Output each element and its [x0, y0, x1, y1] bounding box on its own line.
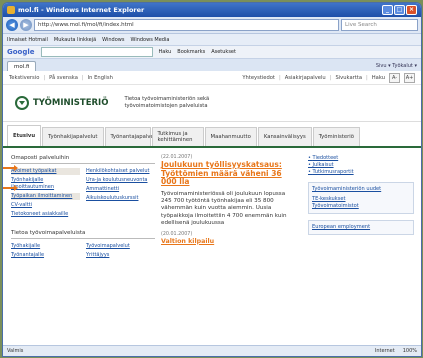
maximize-button[interactable]: □: [394, 5, 405, 15]
highlight-arrow-icon: [3, 165, 18, 171]
font-decrease-button[interactable]: A-: [389, 72, 400, 83]
link-te-centres[interactable]: TE-keskukset: [312, 196, 410, 203]
link-info-services[interactable]: Työvoimapalvelut: [86, 243, 155, 250]
info-box-title[interactable]: European employment: [312, 224, 410, 231]
link-publications[interactable]: Julkaisut: [308, 162, 414, 169]
back-icon[interactable]: ◀: [6, 19, 18, 31]
link-employment-offices[interactable]: Työvoimatoimistot: [312, 203, 410, 210]
top-nav-documents[interactable]: Asiakirjapalvelu: [285, 75, 326, 81]
bookmarks-button[interactable]: Bookmarks: [177, 49, 205, 55]
font-increase-button[interactable]: A+: [404, 72, 415, 83]
site-tagline: Tietoa työvoimaministeriön sekä työvoima…: [124, 96, 210, 109]
site-header: TYÖMINISTERIÖ Tietoa työvoimaministeriön…: [3, 85, 421, 122]
tab-tyoministerio[interactable]: Työministeriö: [312, 127, 360, 146]
google-search-input[interactable]: [40, 47, 153, 57]
site-logo-text[interactable]: TYÖMINISTERIÖ: [33, 98, 108, 108]
tab-mol[interactable]: mol.fi: [7, 60, 37, 72]
links-item[interactable]: Windows: [102, 37, 124, 43]
info-box: Työvoimaministeriön uudet TE-keskukset T…: [308, 182, 414, 214]
zoom-level[interactable]: 100%: [403, 348, 417, 354]
services-col-2: Henkilökohtaiset palvelut Ura-ja koulutu…: [86, 168, 155, 220]
window-title: mol.fi - Windows Internet Explorer: [18, 6, 145, 14]
services-col-1: Avoimet työpaikat Työnhakijalle ilmoitta…: [11, 168, 80, 220]
search-input[interactable]: Live Search: [341, 19, 418, 31]
address-input[interactable]: http://www.mol.fi/mol/fi/index.html: [34, 19, 339, 31]
section-title-services: Omaposti palveluihin: [11, 155, 155, 164]
info-box-title[interactable]: Työvoimaministeriön uudet: [312, 186, 410, 193]
info-box: European employment: [308, 220, 414, 235]
tab-tools[interactable]: Sivu ▾ Työkalut ▾: [376, 63, 417, 69]
address-toolbar: ◀ ▶ http://www.mol.fi/mol/fi/index.html …: [3, 17, 421, 34]
settings-button[interactable]: Asetukset: [211, 49, 236, 55]
link-jobseeker-registration[interactable]: Työnhakijalle ilmoittautuminen: [11, 177, 80, 191]
link-research-reports[interactable]: Tutkimusraportit: [308, 169, 414, 176]
tab-kansainvalisyys[interactable]: Kansainvälisyys: [257, 127, 312, 146]
tab-maahanmuutto[interactable]: Maahanmuutto: [204, 127, 257, 146]
link-career-counseling[interactable]: Ura-ja koulutusneuvonta: [86, 177, 155, 184]
news-headline[interactable]: Joulukuun työllisyyskatsaus: Työttömien …: [161, 160, 297, 187]
top-nav-text-version[interactable]: Tekstiversio: [9, 75, 39, 81]
top-nav-sitemap[interactable]: Sivukartta: [335, 75, 362, 81]
status-bar: Valmis Internet 100%: [3, 345, 421, 356]
top-nav-swedish[interactable]: På svenska: [49, 75, 78, 81]
minimize-button[interactable]: _: [382, 5, 393, 15]
google-logo: Google: [7, 48, 35, 56]
links-item[interactable]: Windows Media: [130, 37, 169, 43]
ie-icon: [7, 6, 15, 14]
zone-indicator: Internet: [374, 348, 395, 354]
page-content: Tekstiversio | På svenska | In English Yht…: [3, 71, 421, 345]
links-item[interactable]: Ilmaiset Hotmail: [7, 37, 48, 43]
links-item[interactable]: Mukauta linkkejä: [54, 37, 96, 43]
right-column: Tiedotteet Julkaisut Tutkimusraportit Ty…: [308, 155, 414, 241]
top-nav-contact[interactable]: Yhteystiedot: [242, 75, 275, 81]
news-date: (20.01.2007): [161, 231, 193, 237]
links-bar: Ilmaiset Hotmail Mukauta linkkejä Window…: [3, 34, 421, 46]
link-open-jobs[interactable]: Avoimet työpaikat: [11, 168, 80, 175]
left-column: Omaposti palveluihin Avoimet työpaikat T…: [11, 155, 155, 261]
link-personal-services[interactable]: Henkilökohtaiset palvelut: [86, 168, 155, 175]
tab-tyonantajapalvelut[interactable]: Työnantajapalvelut: [104, 127, 161, 146]
link-press-releases[interactable]: Tiedotteet: [308, 155, 414, 162]
close-button[interactable]: ×: [406, 5, 417, 15]
news-headline[interactable]: Valtion kilpailu: [161, 238, 297, 246]
link-ammattinetti[interactable]: Ammattinetti: [86, 186, 155, 193]
top-nav-search[interactable]: Haku: [372, 75, 385, 81]
tab-tutkimus[interactable]: Tutkimus ja kehittäminen: [151, 127, 204, 146]
link-adult-education[interactable]: Aikuiskoulutuskurssit: [86, 195, 155, 202]
top-nav-english[interactable]: In English: [88, 75, 113, 81]
main-nav: Etusivu Työnhakijapalvelut Työnantajapal…: [3, 122, 421, 148]
top-nav: Tekstiversio | På svenska | In English Yht…: [3, 71, 421, 85]
google-toolbar: Google Haku Bookmarks Asetukset: [3, 46, 421, 59]
tab-etusivu[interactable]: Etusivu: [7, 125, 42, 146]
section-title-info: Tietoa työvoimapalveluista: [11, 230, 155, 239]
link-info-employer[interactable]: Työnantajalle: [11, 252, 80, 259]
highlight-arrow-icon: [3, 185, 18, 191]
news-column: (22.01.2007) Joulukuun työllisyyskatsaus…: [161, 155, 297, 249]
link-info-entrepreneurship[interactable]: Yrittäjyys: [86, 252, 155, 259]
ministry-logo-icon: [15, 96, 29, 110]
link-computers[interactable]: Tietokoneet asiakkaille: [11, 211, 80, 218]
forward-icon[interactable]: ▶: [20, 19, 32, 31]
link-info-jobseeker[interactable]: Työhakijalle: [11, 243, 80, 250]
news-body: Työvoimaministeriössä oli joulukuun lopu…: [161, 190, 287, 227]
link-cv-valtti[interactable]: CV-valtti: [11, 202, 80, 209]
status-text: Valmis: [7, 348, 24, 354]
link-job-posting[interactable]: Työpaikan ilmoittaminen: [11, 193, 80, 200]
title-bar: mol.fi - Windows Internet Explorer _ □ ×: [3, 3, 421, 17]
tab-tyonhakijapalvelut[interactable]: Työnhakijapalvelut: [42, 127, 104, 146]
browser-window: mol.fi - Windows Internet Explorer _ □ ×…: [2, 2, 422, 357]
google-search-button[interactable]: Haku: [159, 49, 172, 55]
